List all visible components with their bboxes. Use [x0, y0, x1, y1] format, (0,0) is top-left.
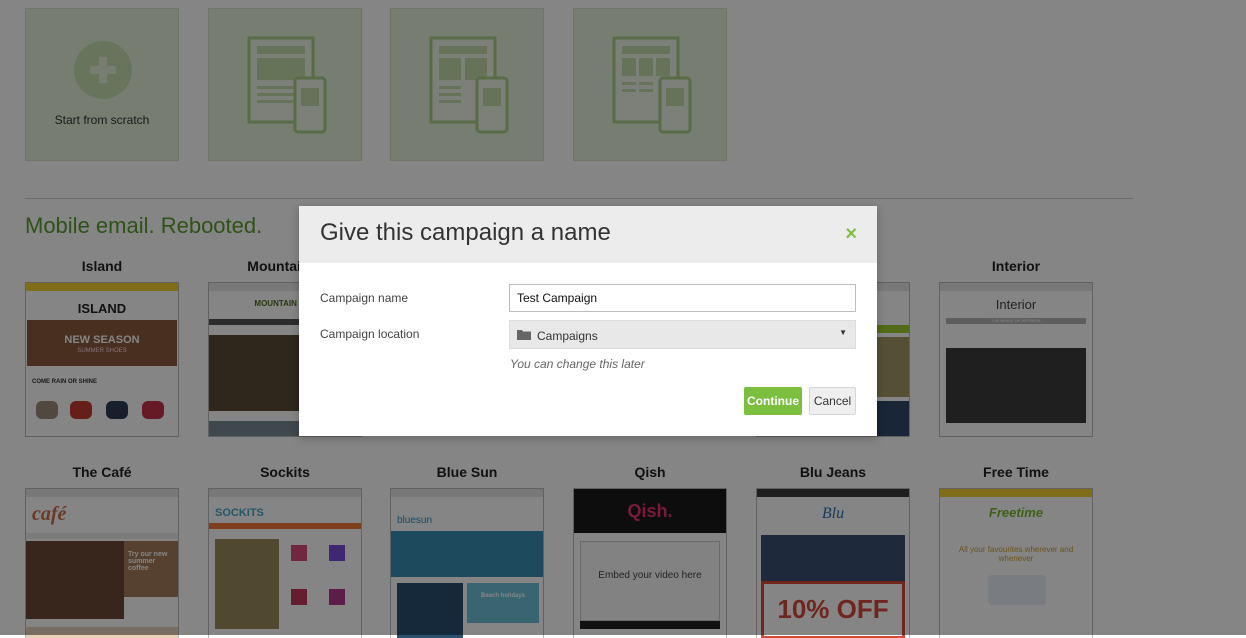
dialog-header: Give this campaign a name × [299, 206, 877, 263]
campaign-name-dialog: Give this campaign a name × Campaign nam… [299, 206, 877, 436]
campaign-name-label: Campaign name [320, 291, 409, 305]
location-hint: You can change this later [510, 357, 645, 371]
campaign-name-input[interactable] [509, 284, 856, 312]
chevron-down-icon: ▼ [839, 328, 847, 337]
folder-icon [517, 330, 531, 340]
close-icon[interactable]: × [845, 224, 857, 244]
dialog-title: Give this campaign a name [320, 219, 611, 246]
continue-button[interactable]: Continue [744, 387, 802, 415]
campaign-location-select[interactable]: Campaigns ▼ [509, 320, 856, 349]
campaign-location-label: Campaign location [320, 327, 420, 341]
cancel-button[interactable]: Cancel [809, 387, 856, 415]
campaign-location-value: Campaigns [537, 329, 598, 343]
